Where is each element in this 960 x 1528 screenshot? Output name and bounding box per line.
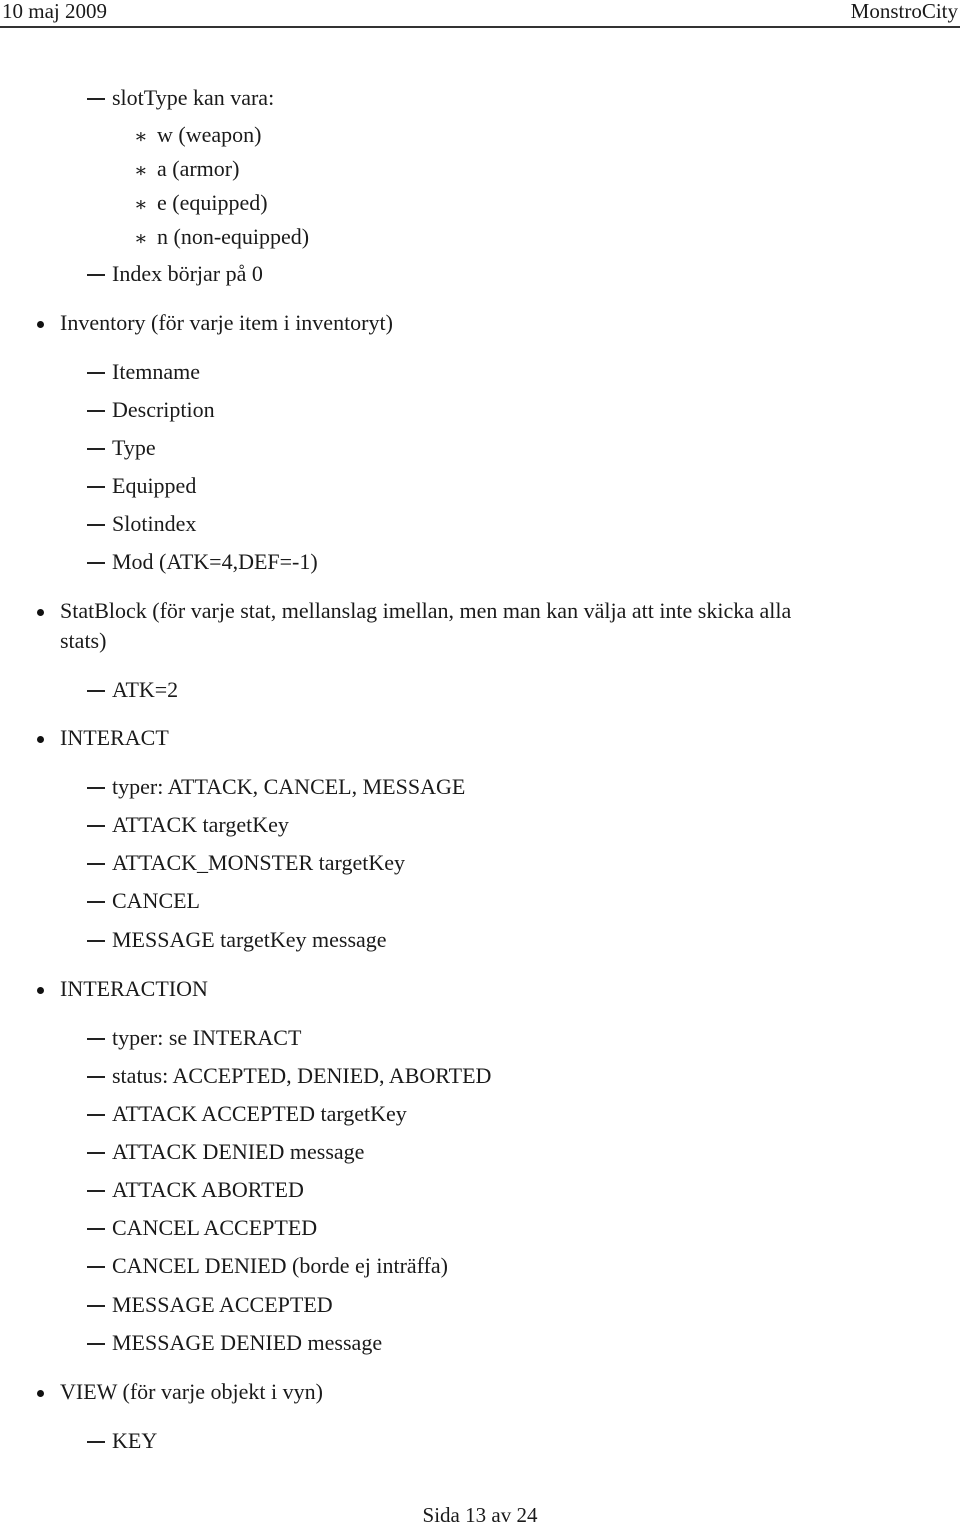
- dash-bullet-icon: [87, 1266, 105, 1268]
- section-item-continued: stats): [60, 628, 107, 653]
- list-item: CANCEL DENIED (borde ej inträffa): [112, 1253, 449, 1278]
- page-number: Sida 13 av 24: [422, 1503, 538, 1527]
- dash-bullet-icon: [87, 486, 105, 488]
- dash-bullet-icon: [87, 1305, 105, 1307]
- dash-bullet-icon: [87, 524, 105, 526]
- dash-bullet-icon: [87, 1343, 105, 1345]
- list-item: ATTACK ABORTED: [112, 1177, 304, 1202]
- list-item: Type: [112, 435, 156, 460]
- dash-bullet-icon: [87, 690, 105, 692]
- bullet-icon: [37, 321, 44, 328]
- dash-bullet-icon: [87, 1114, 105, 1116]
- list-item: Index börjar på 0: [112, 261, 263, 286]
- page-header: 10 maj 2009 MonstroCity: [0, 0, 960, 22]
- list-item: ATTACK DENIED message: [112, 1139, 365, 1164]
- dash-bullet-icon: [87, 448, 105, 450]
- asterisk-bullet-icon: ∗: [134, 228, 148, 250]
- dash-bullet-icon: [87, 410, 105, 412]
- section-item: INTERACTION: [60, 976, 208, 1001]
- list-item: Description: [112, 397, 215, 422]
- list-item: slotType kan vara:: [112, 85, 275, 110]
- list-item: MESSAGE targetKey message: [112, 927, 387, 952]
- asterisk-bullet-icon: ∗: [134, 160, 148, 182]
- dash-bullet-icon: [87, 1190, 105, 1192]
- section-item: StatBlock (för varje stat, mellanslag im…: [60, 598, 792, 623]
- list-item: e (equipped): [157, 190, 268, 215]
- dash-bullet-icon: [87, 1152, 105, 1154]
- list-item: ATK=2: [112, 677, 179, 702]
- dash-bullet-icon: [87, 1038, 105, 1040]
- asterisk-bullet-icon: ∗: [134, 194, 148, 216]
- list-item: ATTACK targetKey: [112, 812, 289, 837]
- list-item: Mod (ATK=4,DEF=-1): [112, 549, 318, 574]
- list-item: ATTACK ACCEPTED targetKey: [112, 1101, 407, 1126]
- bullet-icon: [37, 609, 44, 616]
- dash-bullet-icon: [87, 98, 105, 100]
- list-item: KEY: [112, 1428, 158, 1453]
- section-item: VIEW (för varje objekt i vyn): [60, 1379, 323, 1404]
- dash-bullet-icon: [87, 1076, 105, 1078]
- dash-bullet-icon: [87, 372, 105, 374]
- header-title: MonstroCity: [850, 0, 958, 23]
- list-item: a (armor): [157, 156, 240, 181]
- list-item: CANCEL ACCEPTED: [112, 1215, 318, 1240]
- header-rule: [0, 26, 960, 28]
- list-item: Equipped: [112, 473, 197, 498]
- list-item: w (weapon): [157, 122, 262, 147]
- bullet-icon: [37, 736, 44, 743]
- list-item: n (non-equipped): [157, 224, 310, 249]
- asterisk-bullet-icon: ∗: [134, 126, 148, 148]
- dash-bullet-icon: [87, 787, 105, 789]
- section-item: INTERACT: [60, 725, 169, 750]
- dash-bullet-icon: [87, 825, 105, 827]
- list-item: ATTACK_MONSTER targetKey: [112, 850, 405, 875]
- dash-bullet-icon: [87, 562, 105, 564]
- list-item: Itemname: [112, 359, 200, 384]
- dash-bullet-icon: [87, 940, 105, 942]
- list-item: MESSAGE ACCEPTED: [112, 1292, 333, 1317]
- dash-bullet-icon: [87, 1441, 105, 1443]
- dash-bullet-icon: [87, 1228, 105, 1230]
- dash-bullet-icon: [87, 863, 105, 865]
- bullet-icon: [37, 1390, 44, 1397]
- list-item: status: ACCEPTED, DENIED, ABORTED: [112, 1063, 492, 1088]
- dash-bullet-icon: [87, 901, 105, 903]
- list-item: MESSAGE DENIED message: [112, 1330, 383, 1355]
- list-item: CANCEL: [112, 888, 200, 913]
- section-item: Inventory (för varje item i inventoryt): [60, 310, 393, 335]
- list-item: typer: ATTACK, CANCEL, MESSAGE: [112, 774, 466, 799]
- list-item: Slotindex: [112, 511, 197, 536]
- header-date: 10 maj 2009: [2, 0, 107, 23]
- list-item: typer: se INTERACT: [112, 1025, 302, 1050]
- dash-bullet-icon: [87, 274, 105, 276]
- bullet-icon: [37, 987, 44, 994]
